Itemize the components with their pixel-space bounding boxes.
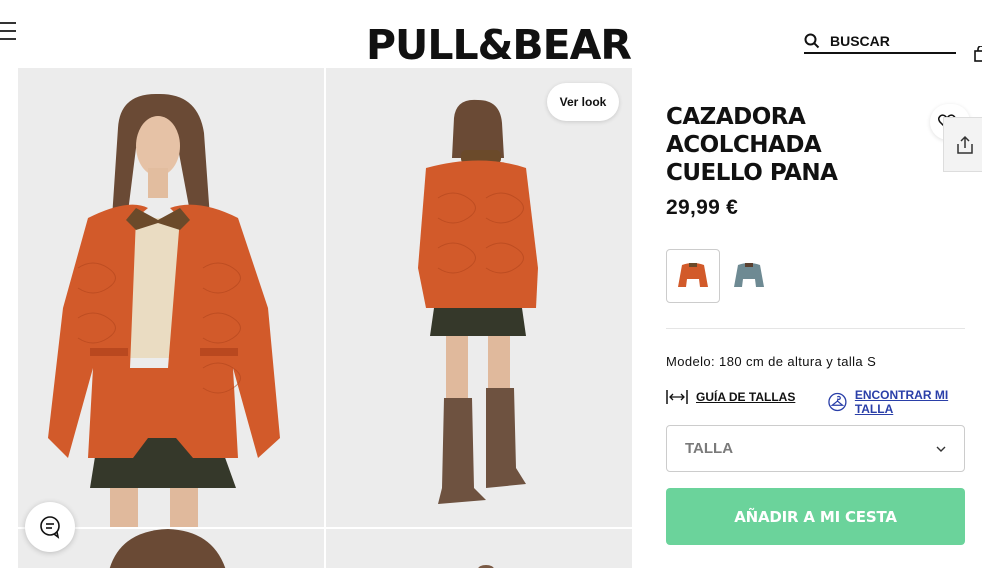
share-button[interactable]	[943, 117, 982, 172]
size-select[interactable]: TALLA	[666, 425, 965, 472]
size-guide-label: GUÍA DE TALLAS	[696, 390, 796, 404]
color-swatch-orange[interactable]	[666, 249, 720, 303]
hamburger-icon[interactable]	[0, 22, 18, 42]
share-icon	[957, 135, 973, 154]
product-photo-back[interactable]	[326, 68, 632, 527]
shopping-bag-icon[interactable]	[974, 46, 982, 62]
color-swatch-blue[interactable]	[722, 249, 776, 303]
product-gallery: Ver look	[18, 68, 632, 568]
find-my-size-label: ENCONTRAR MI TALLA	[854, 388, 949, 416]
product-page: PULL&BEAR BUSCAR Ver look CAZADORA ACOLC…	[0, 0, 982, 568]
add-to-cart-button[interactable]: AÑADIR A MI CESTA	[666, 488, 965, 545]
search-input[interactable]	[830, 33, 940, 49]
chat-icon[interactable]	[25, 502, 75, 552]
jacket-thumbnail-icon	[678, 263, 708, 287]
product-photo-detail[interactable]	[326, 529, 632, 568]
size-select-label: TALLA	[685, 440, 734, 457]
brand-logo[interactable]: PULL&BEAR	[366, 22, 632, 68]
search-icon	[804, 33, 820, 49]
chevron-down-icon	[936, 446, 946, 452]
product-photo-front[interactable]	[18, 68, 324, 527]
size-guide-link[interactable]: GUÍA DE TALLAS	[666, 389, 795, 405]
jacket-thumbnail-icon	[734, 263, 764, 287]
product-title: CAZADORA ACOLCHADA CUELLO PANA	[666, 104, 838, 186]
divider	[666, 328, 965, 329]
search-bar[interactable]	[804, 30, 956, 54]
product-price: 29,99 €	[666, 196, 739, 219]
hanger-icon	[828, 392, 847, 412]
ver-look-button[interactable]: Ver look	[547, 83, 619, 121]
ruler-icon	[666, 390, 688, 404]
find-my-size-link[interactable]: ENCONTRAR MI TALLA	[828, 388, 982, 416]
model-info: Modelo: 180 cm de altura y talla S	[666, 354, 877, 369]
